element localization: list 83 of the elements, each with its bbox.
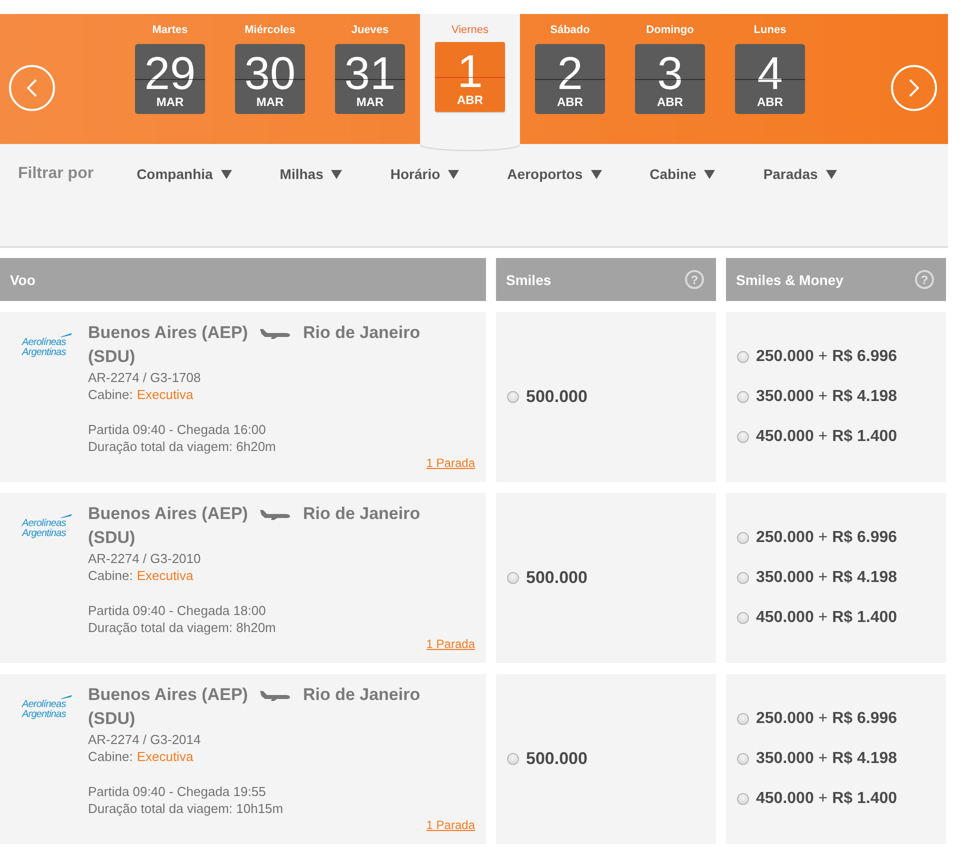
- date-tab[interactable]: Martes 29 MAR: [120, 14, 220, 144]
- column-title: Voo: [10, 272, 36, 288]
- airport-code: (SDU): [88, 346, 136, 368]
- airport-code: (SDU): [88, 708, 136, 730]
- radio-button[interactable]: [507, 391, 519, 403]
- schedule-text: Partida 09:40 - Chegada 19:55: [88, 783, 266, 800]
- radio-button[interactable]: [737, 753, 749, 765]
- destination-text: Rio de Janeiro: [302, 684, 420, 706]
- destination-text: Rio de Janeiro: [302, 322, 420, 344]
- schedule-text: Partida 09:40 - Chegada 18:00: [88, 602, 266, 619]
- radio-button[interactable]: [737, 351, 749, 363]
- radio-button[interactable]: [737, 572, 749, 584]
- swoosh-icon: [60, 695, 72, 699]
- cabin-class: Executiva: [136, 748, 194, 765]
- radio-button[interactable]: [737, 391, 749, 403]
- schedule-text: Partida 09:40 - Chegada 16:00: [88, 421, 266, 438]
- caret-down-icon: [590, 170, 602, 178]
- radio-button[interactable]: [737, 431, 749, 443]
- radio-button[interactable]: [737, 713, 749, 725]
- miles-money-price: 250.000 + R$ 6.996: [756, 347, 898, 367]
- swoosh-icon: [60, 333, 72, 337]
- caret-down-icon: [826, 170, 837, 178]
- airline-logo: Aerolíneas Argentinas: [22, 338, 67, 358]
- origin-text: Buenos Aires (AEP): [88, 684, 248, 706]
- miles-price: 500.000: [526, 748, 588, 770]
- flight-number: AR-2274 / G3-1708: [88, 369, 201, 386]
- cabin-class: Executiva: [136, 567, 194, 584]
- filter-dropdown[interactable]: Horário: [390, 164, 460, 184]
- flight-number: AR-2274 / G3-2010: [88, 550, 201, 567]
- next-button[interactable]: [891, 65, 937, 111]
- column-title: Smiles & Money: [736, 272, 844, 288]
- radio-button[interactable]: [507, 753, 519, 765]
- miles-money-price: 250.000 + R$ 6.996: [756, 528, 898, 548]
- date-tab[interactable]: Miércoles 30 MAR: [220, 14, 320, 144]
- airport-code: (SDU): [88, 527, 136, 549]
- miles-money-price: 450.000 + R$ 1.400: [756, 427, 898, 447]
- caret-down-icon: [331, 170, 342, 178]
- radio-button[interactable]: [507, 572, 519, 584]
- miles-price: 500.000: [526, 567, 588, 589]
- airplane-icon: [260, 508, 290, 520]
- duration-text: Duração total da viagem: 8h20m: [88, 619, 276, 636]
- airline-logo: Aerolíneas Argentinas: [22, 700, 67, 720]
- origin-text: Buenos Aires (AEP): [88, 322, 248, 344]
- filter-dropdown[interactable]: Paradas: [763, 164, 837, 184]
- origin-text: Buenos Aires (AEP): [88, 503, 248, 525]
- filter-dropdown[interactable]: Companhia: [136, 164, 232, 184]
- date-tab[interactable]: Jueves 31 MAR: [320, 14, 420, 144]
- flight-number: AR-2274 / G3-2014: [88, 731, 201, 748]
- miles-money-price: 450.000 + R$ 1.400: [756, 789, 898, 809]
- chevron-right-icon: [909, 79, 919, 97]
- date-tab[interactable]: Lunes 4 ABR: [720, 14, 820, 144]
- column-title: Smiles: [506, 272, 552, 288]
- previous-button[interactable]: [9, 65, 55, 111]
- date-tab[interactable]: Domingo 3 ABR: [620, 14, 720, 144]
- destination-text: Rio de Janeiro: [302, 503, 420, 525]
- caret-down-icon: [220, 170, 232, 178]
- airplane-icon: [260, 328, 290, 338]
- cabin-label: Cabine:: [88, 748, 133, 765]
- chevron-left-icon: [27, 79, 37, 97]
- duration-text: Duração total da viagem: 6h20m: [88, 438, 276, 455]
- filter-dropdown[interactable]: Milhas: [280, 164, 342, 184]
- radio-button[interactable]: [737, 612, 749, 624]
- filter-dropdown[interactable]: Cabine: [650, 164, 716, 184]
- filter-dropdown[interactable]: Aeroportos: [507, 164, 602, 184]
- miles-money-price: 450.000 + R$ 1.400: [756, 608, 898, 628]
- airline-logo: Aerolíneas Argentinas: [22, 519, 67, 539]
- swoosh-icon: [60, 514, 72, 518]
- filter-label: Filtrar por: [18, 164, 94, 184]
- miles-price: 500.000: [526, 386, 588, 408]
- miles-money-price: 350.000 + R$ 4.198: [756, 749, 898, 769]
- duration-text: Duração total da viagem: 10h15m: [88, 800, 284, 817]
- miles-money-price: 250.000 + R$ 6.996: [756, 709, 898, 729]
- miles-money-price: 350.000 + R$ 4.198: [756, 568, 898, 588]
- cabin-label: Cabine:: [88, 386, 133, 403]
- cabin-class: Executiva: [136, 386, 194, 403]
- airplane-icon: [260, 690, 290, 700]
- miles-money-price: 350.000 + R$ 4.198: [756, 387, 898, 407]
- date-tab[interactable]: Sábado 2 ABR: [520, 14, 620, 144]
- cabin-label: Cabine:: [88, 567, 133, 584]
- caret-down-icon: [448, 170, 460, 178]
- radio-button[interactable]: [737, 793, 749, 805]
- radio-button[interactable]: [737, 532, 749, 544]
- caret-down-icon: [704, 170, 716, 178]
